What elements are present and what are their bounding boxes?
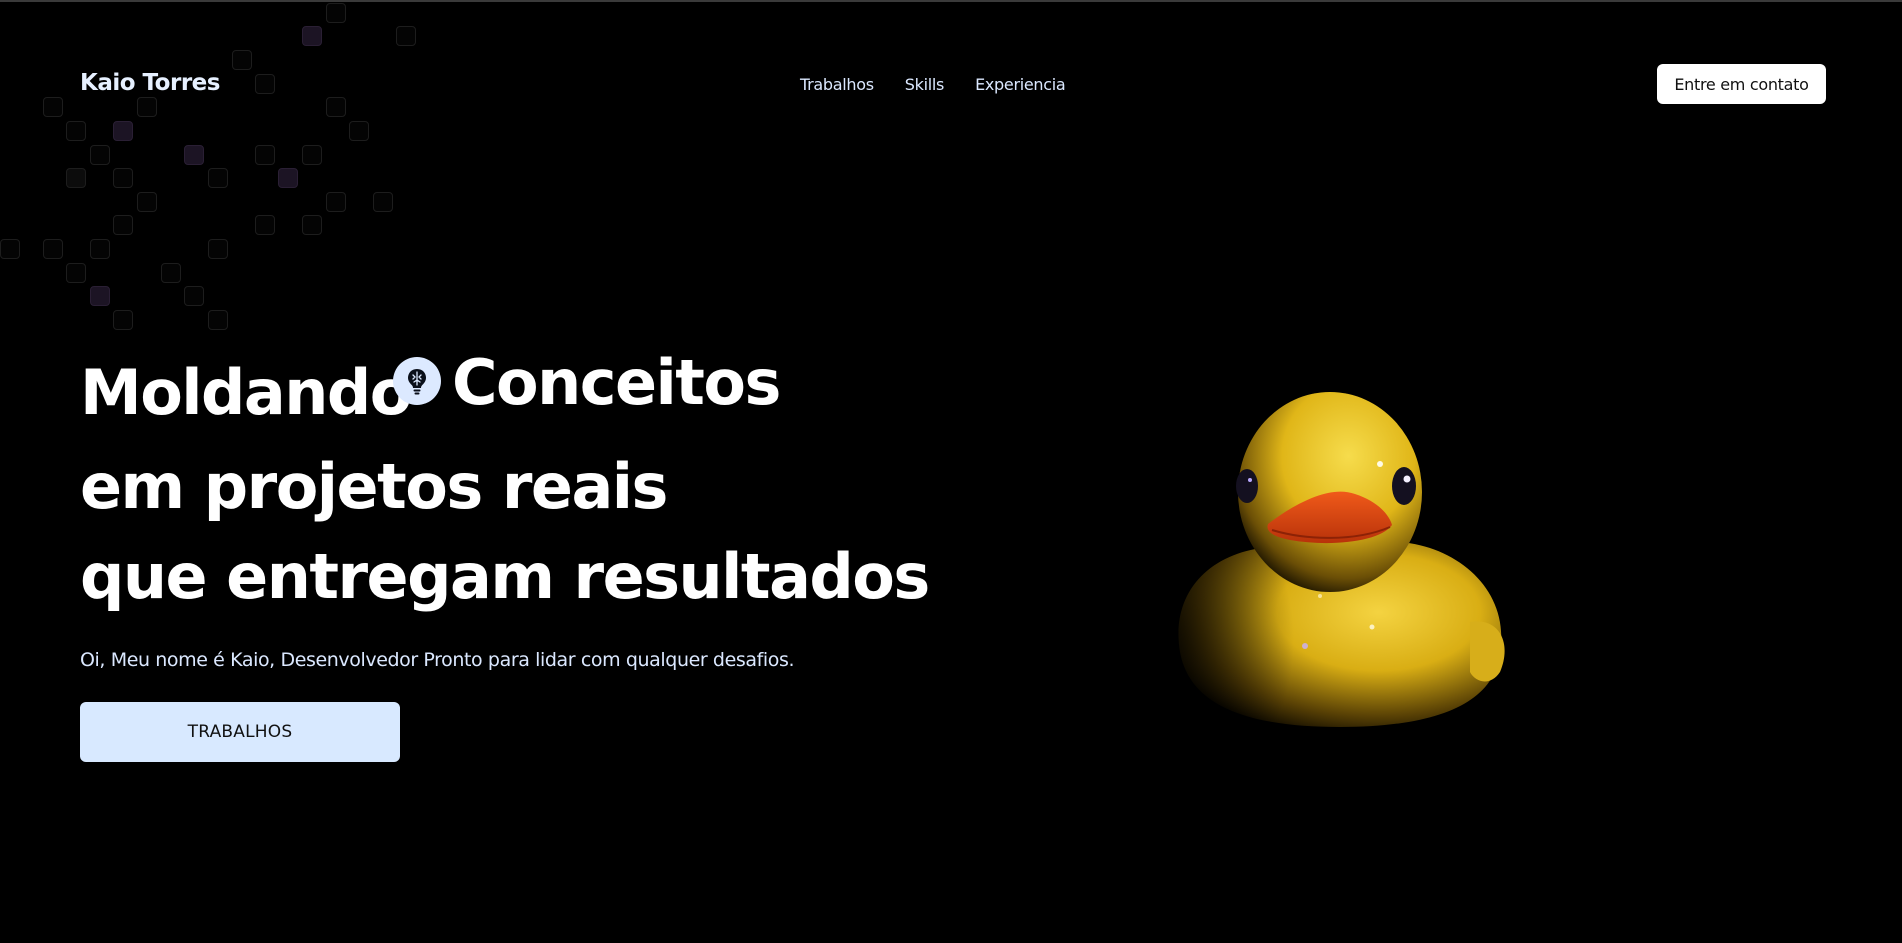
grid-square <box>137 97 157 117</box>
grid-square <box>66 121 86 141</box>
grid-square <box>302 215 322 235</box>
grid-square <box>113 310 133 330</box>
grid-square <box>396 26 416 46</box>
grid-square <box>113 121 133 141</box>
grid-square <box>0 239 20 259</box>
grid-square <box>66 263 86 283</box>
grid-square <box>66 168 86 188</box>
grid-square <box>90 145 110 165</box>
nav-item-skills[interactable]: Skills <box>905 75 945 94</box>
grid-square <box>373 192 393 212</box>
grid-square <box>326 192 346 212</box>
grid-square <box>43 239 63 259</box>
decorative-grid <box>0 2 420 342</box>
grid-square <box>255 215 275 235</box>
grid-square <box>208 310 228 330</box>
nav-item-trabalhos[interactable]: Trabalhos <box>800 75 874 94</box>
grid-square <box>90 286 110 306</box>
hero-subtitle: Oi, Meu nome é Kaio, Desenvolvedor Pront… <box>80 649 795 671</box>
grid-square <box>208 168 228 188</box>
hero-title-line-2: em projetos reais <box>80 450 668 523</box>
grid-square <box>349 121 369 141</box>
lightbulb-icon <box>393 357 441 405</box>
grid-square <box>302 26 322 46</box>
grid-square <box>113 215 133 235</box>
grid-square <box>184 286 204 306</box>
hero-title-line-1: Moldando <box>80 356 412 429</box>
grid-square <box>255 74 275 94</box>
grid-square <box>161 263 181 283</box>
grid-square <box>137 192 157 212</box>
nav-item-experiencia[interactable]: Experiencia <box>975 75 1066 94</box>
grid-square <box>278 168 298 188</box>
grid-square <box>326 3 346 23</box>
page: Kaio Torres Trabalhos Skills Experiencia… <box>0 0 1902 943</box>
brand-logo[interactable]: Kaio Torres <box>80 70 220 96</box>
grid-square <box>326 97 346 117</box>
grid-square <box>90 239 110 259</box>
grid-square <box>302 145 322 165</box>
grid-square <box>255 145 275 165</box>
contact-button[interactable]: Entre em contato <box>1657 64 1826 104</box>
grid-square <box>113 168 133 188</box>
rubber-duck-illustration <box>1140 382 1520 762</box>
trabalhos-button[interactable]: TRABALHOS <box>80 702 400 762</box>
grid-square <box>208 239 228 259</box>
hero-title-word-conceitos: Conceitos <box>452 346 781 419</box>
grid-square <box>184 145 204 165</box>
grid-square <box>232 50 252 70</box>
main-nav: Trabalhos Skills Experiencia <box>800 75 1066 94</box>
hero-title-line-3: que entregam resultados <box>80 540 930 613</box>
grid-square <box>43 97 63 117</box>
